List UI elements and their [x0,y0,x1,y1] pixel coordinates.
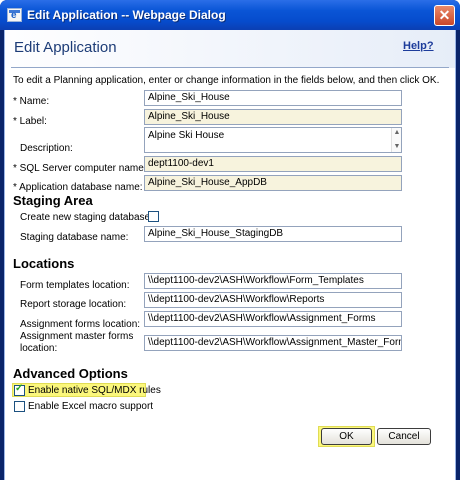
form-templates-input[interactable]: \\dept1100-dev2\ASH\Workflow\Form_Templa… [144,273,402,289]
staging-area-heading: Staging Area [13,193,93,208]
page-title: Edit Application [14,39,117,56]
description-textarea[interactable]: Alpine Ski House ▲ ▼ [144,127,402,153]
dialog-content: Edit Application Help? To edit a Plannin… [4,30,456,480]
sql-server-input[interactable]: dept1100-dev1 [144,156,402,172]
label-label: * Label: [13,116,47,127]
assignment-master-label-line1: Assignment master forms [20,331,134,342]
create-staging-label: Create new staging database: [20,212,153,223]
staging-db-input[interactable]: Alpine_Ski_House_StagingDB [144,226,402,242]
label-input[interactable]: Alpine_Ski_House [144,109,402,125]
assignment-forms-label: Assignment forms location: [20,319,141,330]
description-scrollbar[interactable]: ▲ ▼ [391,128,401,152]
help-link[interactable]: Help? [403,40,434,52]
assignment-master-label-line2: location: [20,343,58,354]
description-value: Alpine Ski House [148,130,225,141]
description-label: Description: [20,143,73,154]
create-staging-checkbox[interactable] [148,211,159,222]
sql-server-label: * SQL Server computer name: [13,163,147,174]
report-storage-input[interactable]: \\dept1100-dev2\ASH\Workflow\Reports [144,292,402,308]
native-rules-checkbox[interactable] [14,383,25,396]
window-title: Edit Application -- Webpage Dialog [27,8,226,22]
native-rules-label: Enable native SQL/MDX rules [28,385,161,396]
excel-macro-checkbox[interactable] [14,401,25,412]
assignment-master-input[interactable]: \\dept1100-dev2\ASH\Workflow\Assignment_… [144,335,402,351]
title-bar[interactable]: Edit Application -- Webpage Dialog ✕ [0,0,460,30]
app-db-label: * Application database name: [13,182,143,193]
report-storage-label: Report storage location: [20,299,127,310]
header-divider [11,67,449,68]
cancel-button[interactable]: Cancel [377,428,431,445]
name-input[interactable]: Alpine_Ski_House [144,90,402,106]
locations-heading: Locations [13,256,75,271]
browser-app-icon [7,8,22,22]
app-db-input[interactable]: Alpine_Ski_House_AppDB [144,175,402,191]
assignment-forms-input[interactable]: \\dept1100-dev2\ASH\Workflow\Assignment_… [144,311,402,327]
form-templates-label: Form templates location: [20,280,130,291]
excel-macro-label: Enable Excel macro support [28,401,154,412]
instructions-text: To edit a Planning application, enter or… [13,75,440,86]
advanced-options-heading: Advanced Options [13,366,128,381]
dialog-window: Edit Application -- Webpage Dialog ✕ Edi… [0,0,460,480]
close-icon[interactable]: ✕ [434,5,455,26]
staging-db-label: Staging database name: [20,232,129,243]
scroll-down-icon[interactable]: ▼ [392,142,401,152]
scroll-up-icon[interactable]: ▲ [392,128,401,138]
ok-button[interactable]: OK [321,428,372,445]
name-label: * Name: [13,96,50,107]
